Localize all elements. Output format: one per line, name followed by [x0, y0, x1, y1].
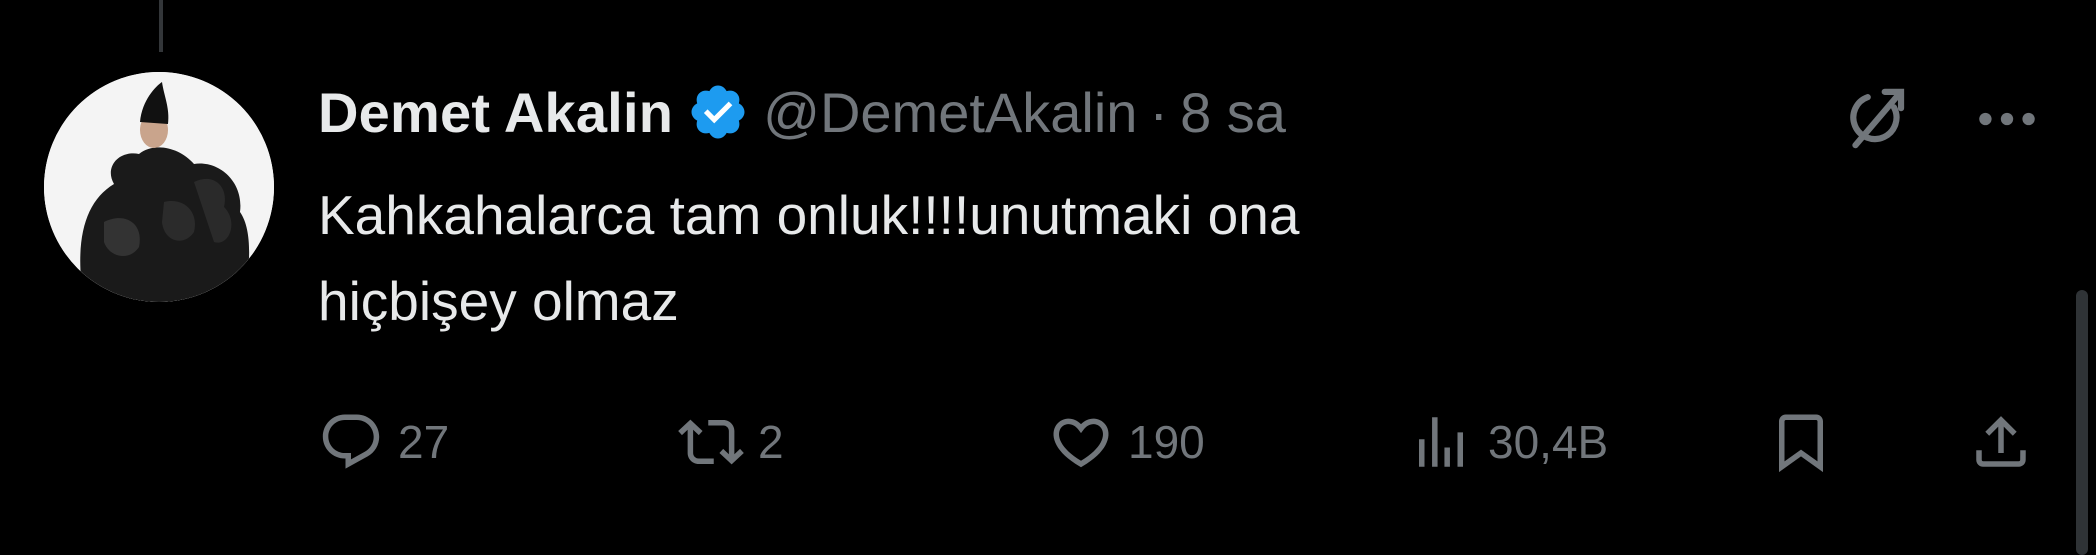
- separator-dot: ·: [1149, 80, 1169, 144]
- user-handle[interactable]: @DemetAkalin: [763, 80, 1137, 145]
- like-button[interactable]: 190: [1048, 402, 1205, 482]
- tweet-header: Demet Akalin @DemetAkalin · 8 sa: [318, 72, 1286, 152]
- heart-icon: [1048, 409, 1114, 475]
- bookmark-button[interactable]: [1768, 402, 1848, 482]
- repost-button[interactable]: 2: [678, 402, 784, 482]
- repost-count: 2: [758, 416, 784, 468]
- thread-connector-line: [159, 0, 163, 52]
- avatar[interactable]: [44, 72, 274, 302]
- more-icon[interactable]: [1970, 82, 2044, 156]
- header-actions: [1840, 82, 2044, 156]
- display-name[interactable]: Demet Akalin: [318, 80, 673, 145]
- grok-icon[interactable]: [1840, 82, 1914, 156]
- repost-icon: [678, 409, 744, 475]
- reply-button[interactable]: 27: [318, 402, 449, 482]
- views-count: 30,4B: [1488, 416, 1609, 468]
- tweet-actions: 27 2 190 30,4B: [318, 402, 2038, 482]
- like-count: 190: [1128, 416, 1205, 468]
- bookmark-icon: [1768, 409, 1834, 475]
- share-button[interactable]: [1968, 402, 2048, 482]
- reply-count: 27: [398, 416, 450, 468]
- scrollbar[interactable]: [2076, 290, 2088, 555]
- tweet-text: Kahkahalarca tam onluk!!!!unutmaki ona h…: [318, 184, 1300, 332]
- share-icon: [1968, 409, 2034, 475]
- views-icon: [1408, 409, 1474, 475]
- timestamp[interactable]: 8 sa: [1180, 80, 1286, 145]
- reply-icon: [318, 409, 384, 475]
- avatar-photo: [44, 72, 274, 302]
- verified-badge-icon[interactable]: [687, 81, 749, 143]
- views-button[interactable]: 30,4B: [1408, 402, 1608, 482]
